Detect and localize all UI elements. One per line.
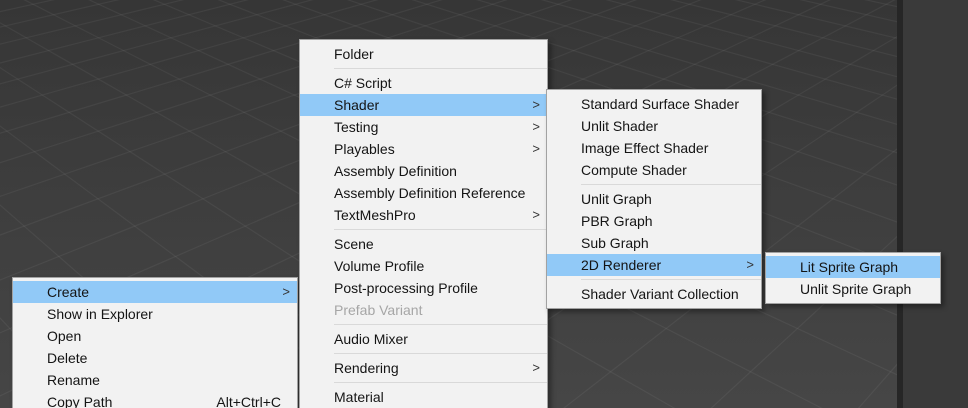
menu-item-label: Assembly Definition Reference [334, 185, 539, 201]
menu-item-label: Copy Path [47, 394, 216, 408]
menu-item-testing[interactable]: Testing> [300, 116, 547, 138]
side-panel [903, 0, 968, 408]
menu-item-unlit-sprite-graph[interactable]: Unlit Sprite Graph [766, 278, 940, 300]
menu-item-label: C# Script [334, 75, 539, 91]
menu-item-label: Image Effect Shader [581, 140, 753, 156]
menu-item-label: Create [47, 284, 289, 300]
menu-separator [334, 382, 547, 383]
menu-item-label: Lit Sprite Graph [800, 259, 932, 275]
submenu-arrow-icon: > [532, 361, 540, 374]
menu-item-label: 2D Renderer [581, 257, 753, 273]
menu-item-show-in-explorer[interactable]: Show in Explorer [13, 303, 297, 325]
menu-item-label: Post-processing Profile [334, 280, 539, 296]
menu-item-material[interactable]: Material [300, 386, 547, 408]
menu-item-label: Sub Graph [581, 235, 753, 251]
menu-item-sub-graph[interactable]: Sub Graph [547, 232, 761, 254]
submenu-arrow-icon: > [532, 98, 540, 111]
menu-item-textmeshpro[interactable]: TextMeshPro> [300, 204, 547, 226]
menu-separator [334, 68, 547, 69]
menu-item-playables[interactable]: Playables> [300, 138, 547, 160]
menu-item-2d-renderer[interactable]: 2D Renderer> [547, 254, 761, 276]
menu-item-label: Shader [334, 97, 539, 113]
menu-item-label: Shader Variant Collection [581, 286, 753, 302]
menu-item-rename[interactable]: Rename [13, 369, 297, 391]
menu-item-label: Assembly Definition [334, 163, 539, 179]
menu-item-unlit-shader[interactable]: Unlit Shader [547, 115, 761, 137]
menu-item-image-effect-shader[interactable]: Image Effect Shader [547, 137, 761, 159]
submenu-arrow-icon: > [532, 208, 540, 221]
menu-item-audio-mixer[interactable]: Audio Mixer [300, 328, 547, 350]
menu-item-label: Volume Profile [334, 258, 539, 274]
menu-item-assembly-definition-reference[interactable]: Assembly Definition Reference [300, 182, 547, 204]
submenu-arrow-icon: > [532, 142, 540, 155]
menu-item-label: Rename [47, 372, 289, 388]
menu-item-label: Delete [47, 350, 289, 366]
menu-item-label: Compute Shader [581, 162, 753, 178]
submenu-arrow-icon: > [532, 120, 540, 133]
menu-item-label: Folder [334, 46, 539, 62]
menu-item-label: Standard Surface Shader [581, 96, 753, 112]
menu-separator [334, 324, 547, 325]
menu-item-label: Show in Explorer [47, 306, 289, 322]
menu-item-label: Material [334, 389, 539, 405]
menu-item-assembly-definition[interactable]: Assembly Definition [300, 160, 547, 182]
menu-item-standard-surface-shader[interactable]: Standard Surface Shader [547, 93, 761, 115]
menu-separator [581, 184, 761, 185]
create-submenu: FolderC# ScriptShader>Testing>Playables>… [299, 39, 548, 408]
submenu-arrow-icon: > [282, 285, 290, 298]
menu-item-label: Scene [334, 236, 539, 252]
menu-item-shader-variant-collection[interactable]: Shader Variant Collection [547, 283, 761, 305]
submenu-arrow-icon: > [746, 258, 754, 271]
menu-item-delete[interactable]: Delete [13, 347, 297, 369]
menu-item-label: Unlit Shader [581, 118, 753, 134]
asset-context-menu: Create> Show in Explorer Open Delete Rename C… [12, 277, 298, 408]
menu-separator [581, 279, 761, 280]
menu-item-volume-profile[interactable]: Volume Profile [300, 255, 547, 277]
menu-item-label: Prefab Variant [334, 302, 539, 318]
menu-item-label: Playables [334, 141, 539, 157]
menu-item-rendering[interactable]: Rendering> [300, 357, 547, 379]
menu-item-label: Rendering [334, 360, 539, 376]
menu-item-label: TextMeshPro [334, 207, 539, 223]
menu-item-label: Unlit Graph [581, 191, 753, 207]
menu-item-label: PBR Graph [581, 213, 753, 229]
shader-submenu: Standard Surface Shader Unlit Shader Image… [546, 89, 762, 309]
menu-item-shader[interactable]: Shader> [300, 94, 547, 116]
menu-item-unlit-graph[interactable]: Unlit Graph [547, 188, 761, 210]
menu-item-prefab-variant: Prefab Variant [300, 299, 547, 321]
menu-item-pbr-graph[interactable]: PBR Graph [547, 210, 761, 232]
menu-item-folder[interactable]: Folder [300, 43, 547, 65]
menu-item-lit-sprite-graph[interactable]: Lit Sprite Graph [766, 256, 940, 278]
menu-item-compute-shader[interactable]: Compute Shader [547, 159, 761, 181]
menu-item-label: Open [47, 328, 289, 344]
menu-item-label: Unlit Sprite Graph [800, 281, 932, 297]
menu-item-create[interactable]: Create> [13, 281, 297, 303]
shortcut-label: Alt+Ctrl+C [216, 394, 281, 408]
menu-item-label: Audio Mixer [334, 331, 539, 347]
menu-item-post-processing-profile[interactable]: Post-processing Profile [300, 277, 547, 299]
menu-item-label: Testing [334, 119, 539, 135]
menu-separator [334, 353, 547, 354]
menu-item-c-script[interactable]: C# Script [300, 72, 547, 94]
menu-item-scene[interactable]: Scene [300, 233, 547, 255]
2d-renderer-submenu: Lit Sprite Graph Unlit Sprite Graph [765, 252, 941, 304]
menu-separator [334, 229, 547, 230]
menu-item-copy-path[interactable]: Copy PathAlt+Ctrl+C [13, 391, 297, 408]
menu-item-open[interactable]: Open [13, 325, 297, 347]
